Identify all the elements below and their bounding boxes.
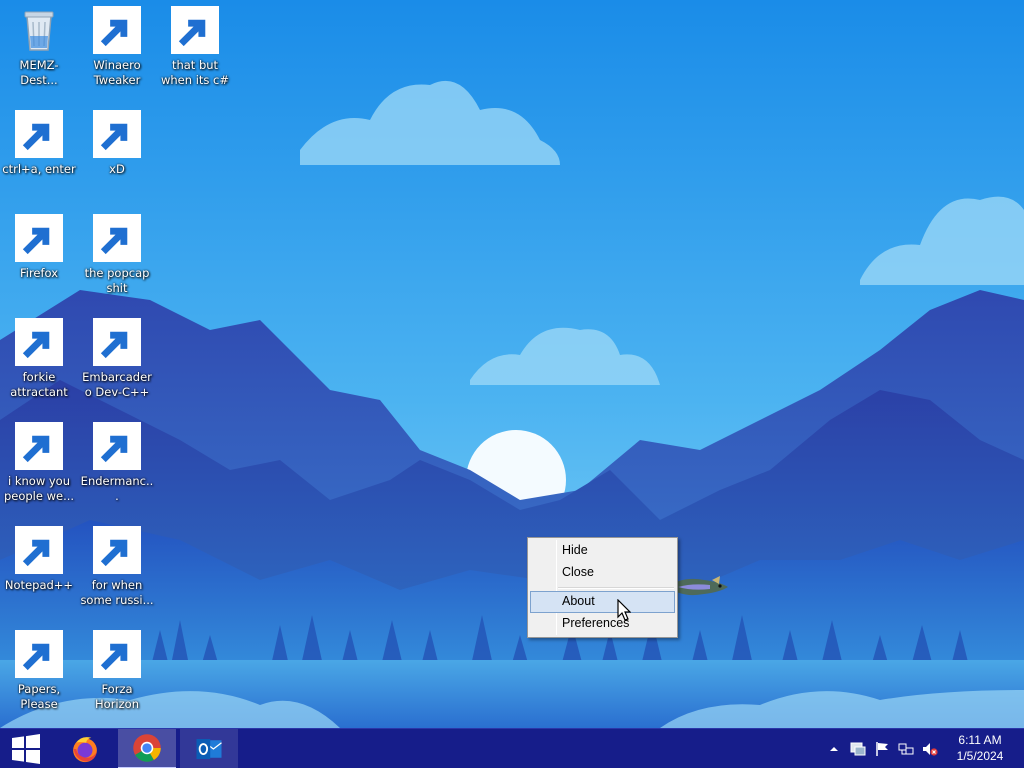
folder-icon [93,214,141,262]
desktop-icon-forza-horizon-5[interactable]: Forza Horizon 5.exe [78,624,156,722]
clock-date: 1/5/2024 [956,749,1004,763]
taskbar: 6:11 AM 1/5/2024 [0,728,1024,768]
shortcut-arrow-icon [93,526,141,574]
hxd-icon: HXD [93,110,141,158]
tray-volume-button[interactable] [920,729,940,768]
desktop-icon-label: forkie attractant [10,370,68,399]
desktop-icon-grid: MEMZ-Dest... Winaero Tweaker that but wh… [0,0,240,728]
shortcut-arrow-icon [93,318,141,366]
desktop-icon-winaero-tweaker[interactable]: Winaero Tweaker [78,0,156,98]
shortcut-arrow-icon [93,110,141,158]
desktop-icon-label: Forza Horizon 5.exe [95,682,139,711]
desktop-icon-label: xD [109,162,125,176]
outlook-icon [196,739,222,759]
desktop-icon-label: Winaero Tweaker [93,58,141,87]
action-center-flag-icon [876,742,888,756]
tray-action-center-button[interactable] [872,729,892,768]
app-window-icon [93,422,141,470]
tray-task-manager-button[interactable] [848,729,868,768]
taskbar-clock[interactable]: 6:11 AM 1/5/2024 [946,732,1014,766]
menu-item-about[interactable]: About [530,591,675,613]
shortcut-arrow-icon [171,6,219,54]
desktop-icon-embarcadero-dev-cpp[interactable]: DEVC++ Embarcadero Dev-C++ [78,312,156,410]
flash-icon [93,630,141,678]
winaero-tweaker-icon [93,6,141,54]
de-icon: De [93,526,141,574]
desktop[interactable]: MEMZ-Dest... Winaero Tweaker that but wh… [0,0,1024,728]
desktop-icon-label: the popcap shit [84,266,150,295]
network-icon [898,743,914,755]
taskbar-outlook-button[interactable] [180,729,238,768]
taskbar-firefox-button[interactable] [56,729,114,768]
show-hidden-icons-button[interactable] [826,729,842,768]
start-button[interactable] [0,729,52,768]
recycle-bin-icon [15,6,63,54]
taskbar-chrome-button[interactable] [118,729,176,768]
desktop-icon-memz[interactable]: MEMZ-Dest... [0,0,78,98]
desktop-icon-that-but-when-its-csharp[interactable]: that but when its c# [156,0,234,98]
magnifier-icon [15,110,63,158]
shortcut-arrow-icon [93,214,141,262]
chrome-icon [133,734,161,762]
chevron-up-icon [830,747,838,751]
desktop-icon-label: Firefox [19,266,59,280]
desktop-icon-for-when-some-russi[interactable]: De for when some russi... [78,520,156,618]
menu-item-hide[interactable]: Hide [530,540,675,562]
tray-network-button[interactable] [896,729,916,768]
shortcut-arrow-icon [93,630,141,678]
desktop-icon-papers-please[interactable]: Papers, Please [0,624,78,722]
shortcut-arrow-icon [93,6,141,54]
shortcut-arrow-icon [15,630,63,678]
computer-settings-icon [15,318,63,366]
desktop-icon-firefox[interactable]: Firefox [0,208,78,306]
menu-separator [558,587,674,589]
desktop-icon-label: Endermanc... [80,474,154,503]
chrome-icon [15,422,63,470]
stacked-windows-icon [171,6,219,54]
desktop-icon-label: Papers, Please [17,682,61,711]
desktop-icon-label: Embarcadero Dev-C++ [82,370,152,399]
dev-cpp-icon: DEVC++ [93,318,141,366]
shortcut-arrow-icon [15,214,63,262]
shortcut-arrow-icon [15,526,63,574]
desktop-icon-forkie-attractant[interactable]: forkie attractant [0,312,78,410]
menu-item-close[interactable]: Close [530,562,675,584]
shortcut-arrow-icon [15,422,63,470]
firefox-icon [73,737,97,763]
windows-logo-icon [12,734,40,764]
papers-please-icon [15,630,63,678]
desktop-icon-endermanch[interactable]: Endermanc... [78,416,156,514]
desktop-icon-ctrl-a-enter[interactable]: ctrl+a, enter [0,104,78,202]
notepad-plus-plus-icon [15,526,63,574]
menu-item-preferences[interactable]: Preferences [530,613,675,635]
desktop-icon-label: for when some russi... [80,578,154,607]
context-menu: Hide Close About Preferences [527,537,678,638]
desktop-icon-label: ctrl+a, enter [2,162,76,176]
desktop-icon-label: that but when its c# [160,58,230,87]
desktop-icon-the-popcap[interactable]: the popcap shit [78,208,156,306]
shortcut-arrow-icon [15,318,63,366]
volume-muted-icon [923,743,938,756]
desktop-icon-label: i know you people we... [3,474,75,503]
desktop-icon-xd[interactable]: HXD xD [78,104,156,202]
task-manager-icon [850,742,866,756]
desktop-icon-notepad-plus-plus[interactable]: Notepad++ [0,520,78,618]
desktop-icon-label: MEMZ-Dest... [19,58,59,87]
desktop-icon-label: Notepad++ [4,578,74,592]
desktop-icon-i-know-you-people[interactable]: i know you people we... [0,416,78,514]
clock-time: 6:11 AM [958,733,1002,747]
shortcut-arrow-icon [15,110,63,158]
firefox-icon [15,214,63,262]
shortcut-arrow-icon [93,422,141,470]
